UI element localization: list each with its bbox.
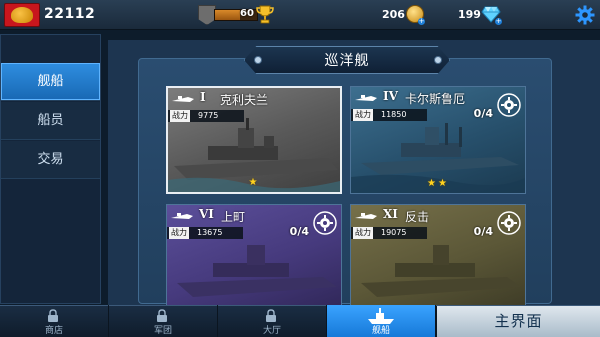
flag-icon[interactable] xyxy=(4,3,40,27)
tab-trade[interactable]: 交易 xyxy=(1,141,100,179)
ship-card[interactable]: IV 卡尔斯鲁厄 战力 11850 0/4 ★★ xyxy=(350,86,526,194)
power-label: 战力 xyxy=(169,227,189,239)
nav-label: 军团 xyxy=(153,326,172,336)
ship-card[interactable]: XI 反击 战力 19075 0/4 xyxy=(350,204,526,312)
star-rating: ★ xyxy=(168,177,340,188)
lock-icon xyxy=(48,309,58,322)
nav-label: 舰船 xyxy=(371,326,390,336)
gems-value: 199 xyxy=(458,8,481,21)
lock-icon xyxy=(157,309,167,322)
ship-tier: VI xyxy=(199,207,214,221)
upgrade-progress: 0/4 xyxy=(473,225,493,238)
ship-power: 11850 xyxy=(381,110,407,119)
power-label: 战力 xyxy=(170,110,190,122)
ship-name: 上町 xyxy=(221,210,246,224)
section-title: 巡洋舰 xyxy=(324,53,370,69)
settings-icon[interactable] xyxy=(575,5,595,25)
nav-lobby[interactable]: 大厅 xyxy=(218,305,327,337)
nav-label: 商店 xyxy=(44,326,63,336)
ship-name: 克利夫兰 xyxy=(220,93,269,107)
star-icon: ★ xyxy=(248,177,260,188)
nav-shop[interactable]: 商店 xyxy=(0,305,109,337)
cruiser-class-icon xyxy=(172,96,194,102)
tab-ships[interactable]: 舰船 xyxy=(1,63,100,101)
upgrade-progress: 0/4 xyxy=(473,107,493,120)
lock-icon xyxy=(266,309,276,322)
rank-value: 60 xyxy=(240,8,254,19)
ship-tier: IV xyxy=(383,89,398,103)
upgrade-progress: 0/4 xyxy=(289,225,309,238)
star-rating: ★★ xyxy=(351,178,525,189)
power-label: 战力 xyxy=(353,227,373,239)
ship-name: 卡尔斯鲁厄 xyxy=(405,92,466,106)
player-power: 22112 xyxy=(44,6,96,22)
upgrade-gear-icon[interactable] xyxy=(497,93,521,117)
nav-legion[interactable]: 军团 xyxy=(109,305,218,337)
ship-power: 9775 xyxy=(198,111,219,120)
power-label: 战力 xyxy=(353,109,373,121)
add-gems-icon[interactable]: + xyxy=(495,18,502,25)
cruiser-class-icon xyxy=(355,213,377,219)
star-icon: ★ xyxy=(438,178,449,189)
upgrade-gear-icon[interactable] xyxy=(313,211,337,235)
ship-card[interactable]: VI 上町 战力 13675 0/4 xyxy=(166,204,342,312)
star-icon: ★ xyxy=(427,178,438,189)
upgrade-gear-icon[interactable] xyxy=(497,211,521,235)
tab-crew[interactable]: 船员 xyxy=(1,102,100,140)
coins-value: 206 xyxy=(382,8,405,21)
cruiser-class-icon xyxy=(355,95,377,101)
ship-name: 反击 xyxy=(405,210,430,224)
sidebar: 舰船 船员 交易 xyxy=(0,34,101,304)
ship-power: 13675 xyxy=(197,228,223,237)
nav-ships[interactable]: 舰船 xyxy=(327,305,436,337)
cruiser-class-icon xyxy=(171,213,193,219)
add-coins-icon[interactable]: + xyxy=(418,18,425,25)
main-screen-button[interactable]: 主界面 xyxy=(436,306,600,337)
ship-tier: I xyxy=(200,90,206,104)
trophy-icon[interactable] xyxy=(256,4,274,24)
nav-label: 大厅 xyxy=(262,326,281,336)
ship-tier: XI xyxy=(383,207,398,221)
ship-power: 19075 xyxy=(381,228,407,237)
ship-card[interactable]: I 克利夫兰 战力 9775 ★ xyxy=(166,86,342,194)
